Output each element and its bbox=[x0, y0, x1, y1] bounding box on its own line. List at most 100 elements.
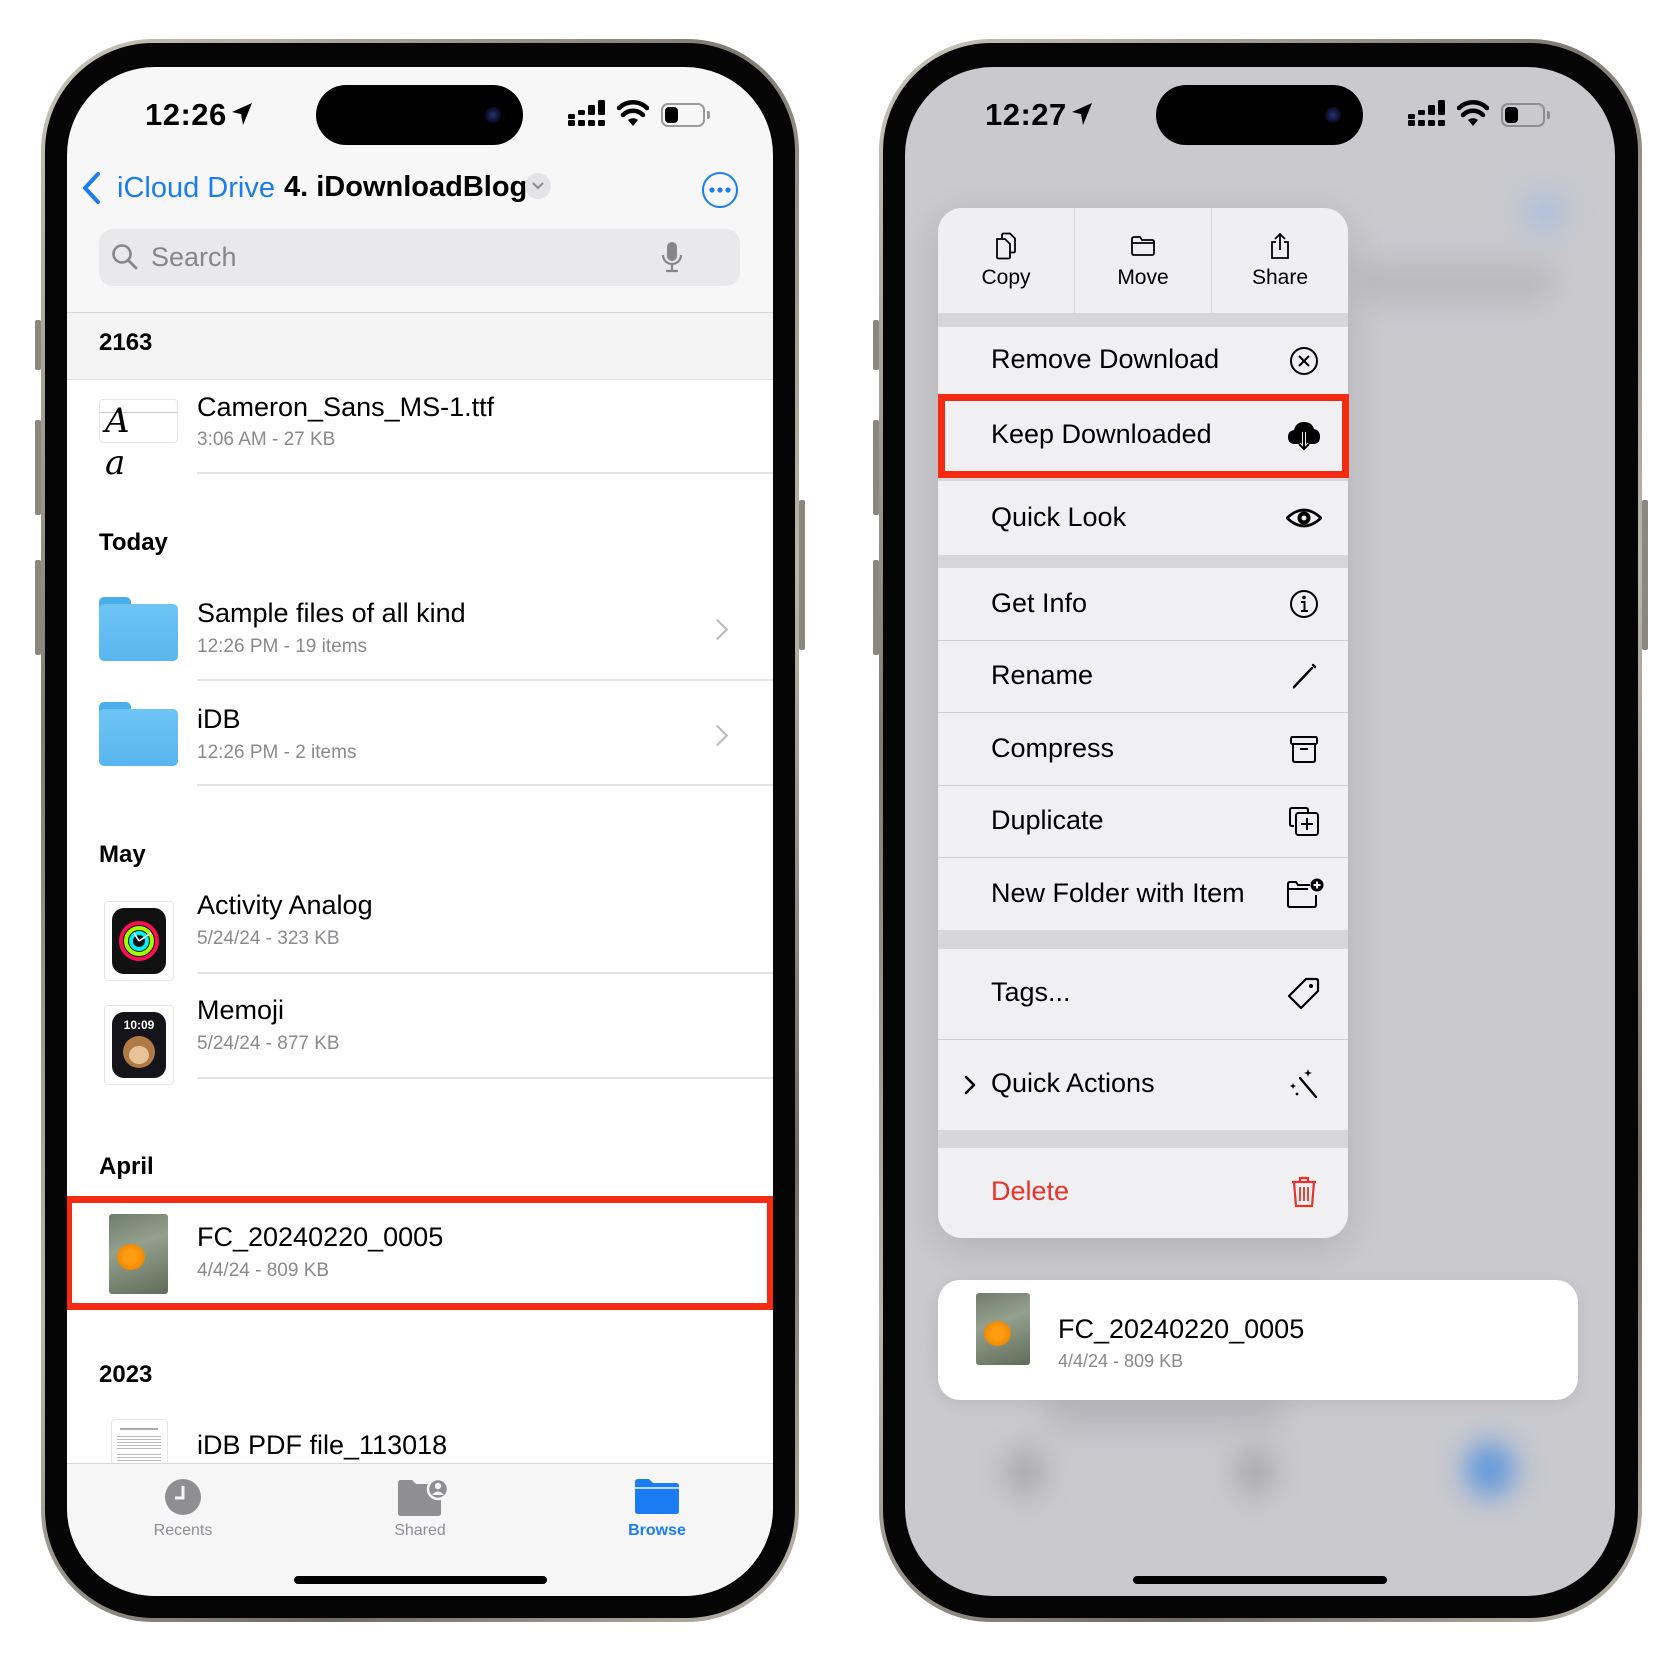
tab-browse[interactable]: Browse bbox=[597, 1464, 717, 1554]
item-meta: 3:06 AM - 27 KB bbox=[197, 429, 336, 450]
power-button bbox=[799, 500, 805, 650]
back-button[interactable]: iCloud Drive bbox=[81, 171, 275, 205]
more-options-button[interactable] bbox=[702, 172, 738, 208]
copy-icon bbox=[996, 232, 1016, 260]
action-label: Move bbox=[1117, 266, 1169, 289]
blurred-tab-recents bbox=[1005, 1447, 1045, 1497]
copy-button[interactable]: Copy bbox=[938, 208, 1074, 313]
dynamic-island bbox=[316, 85, 523, 145]
section-title: 2163 bbox=[99, 329, 153, 356]
volume-up-button bbox=[35, 420, 41, 515]
section-title: May bbox=[99, 841, 146, 868]
dynamic-island bbox=[1156, 85, 1363, 145]
move-button[interactable]: Move bbox=[1075, 208, 1211, 313]
folder-icon bbox=[99, 702, 178, 766]
item-meta: 12:26 PM - 2 items bbox=[197, 742, 357, 763]
menu-label: Compress bbox=[991, 733, 1115, 763]
menu-item-quick-look[interactable]: Quick Look bbox=[938, 481, 1348, 555]
home-indicator bbox=[294, 1576, 547, 1584]
right-screen: 12:27 Copy Move Share Remove Download Ke… bbox=[905, 67, 1615, 1596]
tab-label: Browse bbox=[628, 1522, 686, 1539]
item-meta: 5/24/24 - 877 KB bbox=[197, 1033, 340, 1054]
cellular-signal-icon bbox=[1408, 100, 1445, 126]
action-button bbox=[873, 320, 879, 370]
menu-item-remove-download[interactable]: Remove Download bbox=[938, 327, 1348, 394]
archive-box-icon bbox=[1290, 736, 1318, 763]
eye-icon bbox=[1286, 508, 1322, 528]
menu-label: Delete bbox=[991, 1176, 1070, 1206]
item-name: Activity Analog bbox=[197, 890, 373, 920]
volume-up-button bbox=[873, 420, 879, 515]
search-placeholder: Search bbox=[151, 242, 237, 272]
power-button bbox=[1642, 500, 1648, 650]
microphone-icon[interactable] bbox=[661, 241, 683, 275]
search-icon bbox=[112, 244, 138, 270]
chevron-down-icon bbox=[532, 182, 544, 190]
tab-label: Shared bbox=[394, 1522, 446, 1539]
section-title: 2023 bbox=[99, 1361, 153, 1388]
photo-thumbnail bbox=[976, 1293, 1030, 1365]
menu-label: Rename bbox=[991, 660, 1094, 690]
menu-item-quick-actions[interactable]: Quick Actions bbox=[938, 1040, 1348, 1130]
status-time: 12:26 bbox=[145, 97, 227, 132]
menu-item-rename[interactable]: Rename bbox=[938, 641, 1348, 712]
section-title: April bbox=[99, 1153, 154, 1180]
menu-label: New Folder with Item bbox=[991, 878, 1245, 908]
menu-item-delete[interactable]: Delete bbox=[938, 1148, 1348, 1238]
font-thumbnail: A a bbox=[99, 399, 178, 483]
duplicate-icon bbox=[1289, 807, 1319, 836]
volume-down-button bbox=[873, 560, 879, 655]
title-menu-button[interactable] bbox=[525, 173, 551, 199]
folder-icon bbox=[99, 597, 178, 661]
item-name: Sample files of all kind bbox=[197, 598, 466, 628]
home-indicator bbox=[1133, 1576, 1387, 1584]
xmark-circle-icon bbox=[1290, 347, 1318, 375]
clock-icon bbox=[165, 1479, 201, 1515]
battery-fill bbox=[665, 107, 678, 123]
monkey-memoji bbox=[123, 1036, 155, 1068]
wifi-icon bbox=[1457, 100, 1489, 126]
watchface-thumbnail bbox=[104, 901, 174, 981]
item-name: Memoji bbox=[197, 995, 285, 1025]
volume-down-button bbox=[35, 560, 41, 655]
tab-recents[interactable]: Recents bbox=[123, 1464, 243, 1554]
menu-item-tags[interactable]: Tags... bbox=[938, 949, 1348, 1039]
action-label: Share bbox=[1251, 266, 1309, 289]
left-screen: 12:26 iCloud Drive 4. iDownloadBlog Sear… bbox=[67, 67, 773, 1596]
folder-icon bbox=[635, 1479, 679, 1514]
menu-item-compress[interactable]: Compress bbox=[938, 713, 1348, 785]
context-menu: Copy Move Share Remove Download Keep Dow… bbox=[938, 208, 1348, 1238]
status-time: 12:27 bbox=[985, 97, 1067, 132]
battery-icon bbox=[661, 103, 710, 127]
section-title: Today bbox=[99, 529, 168, 556]
share-button[interactable]: Share bbox=[1212, 208, 1348, 313]
back-label: iCloud Drive bbox=[117, 171, 275, 204]
info-circle-icon bbox=[1290, 590, 1318, 618]
wifi-icon bbox=[617, 100, 649, 126]
action-label: Copy bbox=[981, 266, 1031, 289]
battery-fill bbox=[1505, 107, 1518, 123]
item-meta: 5/24/24 - 323 KB bbox=[197, 928, 340, 949]
chevron-left-icon bbox=[83, 172, 100, 204]
menu-item-duplicate[interactable]: Duplicate bbox=[938, 786, 1348, 857]
ellipsis-icon bbox=[709, 187, 731, 193]
menu-label: Quick Look bbox=[991, 502, 1127, 532]
folder-icon bbox=[1131, 236, 1155, 256]
blurred-tab-shared bbox=[1235, 1447, 1275, 1497]
chevron-right-icon bbox=[964, 1075, 976, 1095]
watchface-thumbnail: 10:09 bbox=[104, 1005, 174, 1085]
item-preview-card: FC_20240220_0005 4/4/24 - 809 KB bbox=[938, 1280, 1578, 1400]
cellular-signal-icon bbox=[568, 100, 605, 126]
highlight-box bbox=[938, 394, 1349, 478]
tab-shared[interactable]: Shared bbox=[360, 1464, 480, 1554]
menu-label: Duplicate bbox=[991, 805, 1104, 835]
menu-label: Remove Download bbox=[991, 344, 1220, 374]
magic-wand-icon bbox=[1290, 1069, 1318, 1099]
tab-label: Recents bbox=[153, 1522, 213, 1539]
menu-label: Quick Actions bbox=[991, 1068, 1155, 1098]
search-field[interactable]: Search bbox=[99, 229, 740, 286]
menu-item-new-folder-with-item[interactable]: New Folder with Item bbox=[938, 858, 1348, 930]
item-name: iDB PDF file_113018 bbox=[197, 1430, 448, 1460]
menu-item-get-info[interactable]: Get Info bbox=[938, 568, 1348, 640]
location-arrow-icon bbox=[1072, 103, 1092, 125]
